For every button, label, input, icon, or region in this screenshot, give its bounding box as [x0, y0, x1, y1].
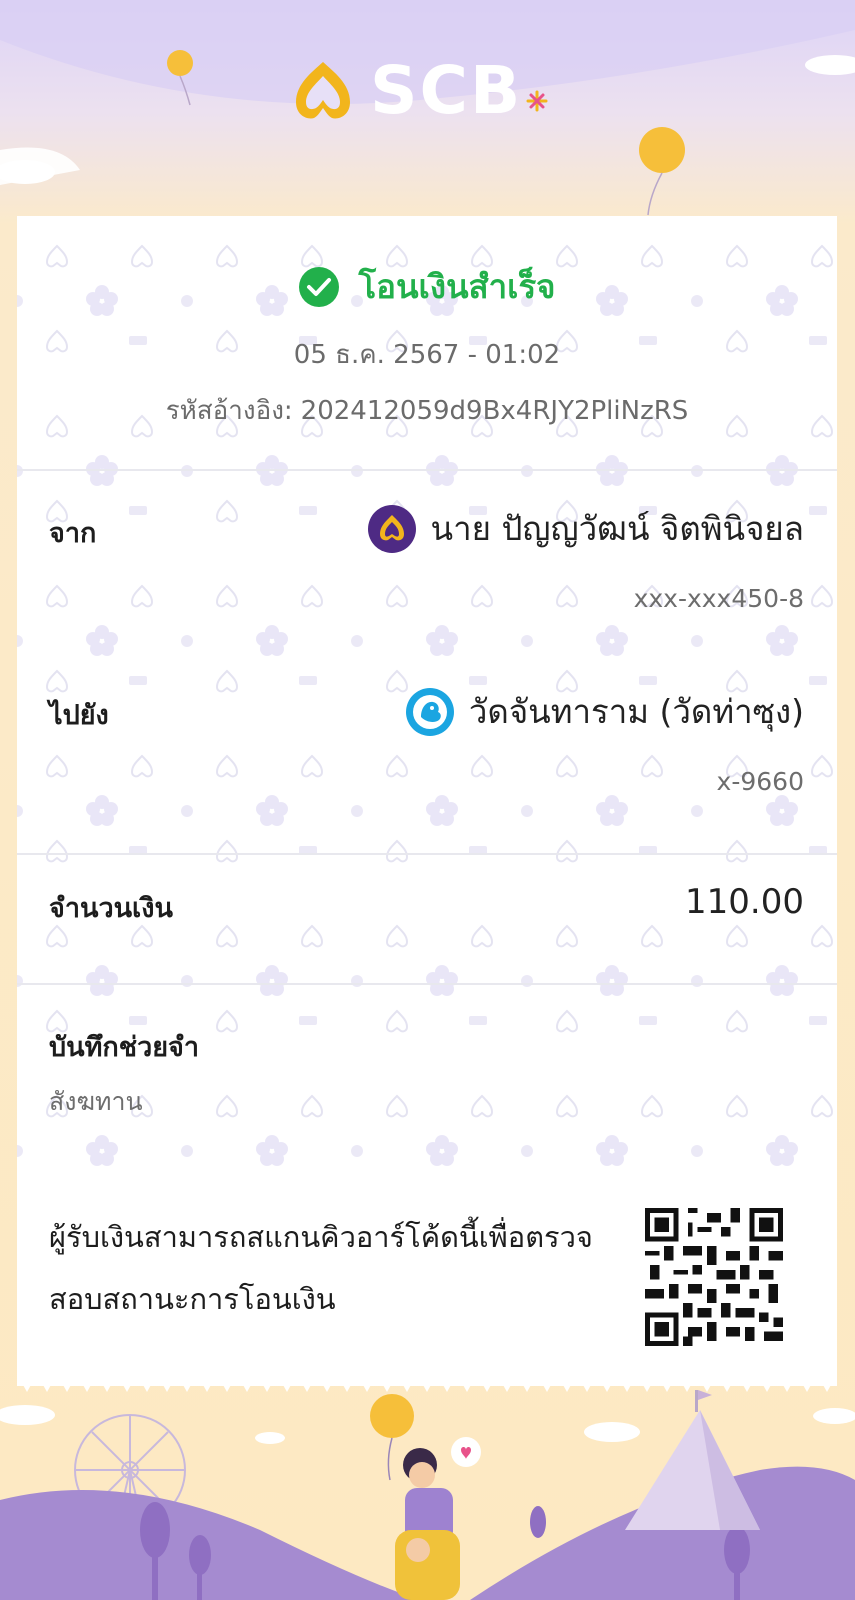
- reference-value: 202412059d9Bx4RJY2PliNzRS: [300, 396, 689, 426]
- balloon-icon: [370, 1394, 414, 1438]
- from-name: นาย ปัญญวัฒน์ จิตพินิจยล: [430, 509, 804, 548]
- from-party: นาย ปัญญวัฒน์ จิตพินิจยล: [367, 502, 804, 555]
- memo-value: สังฆทาน: [49, 1087, 143, 1116]
- heart-bubble-icon: [451, 1437, 481, 1467]
- from-label: จาก: [49, 518, 97, 549]
- sparkle-icon: [526, 90, 548, 112]
- qr-code-icon[interactable]: [645, 1208, 783, 1346]
- reference-row: รหัสอ้างอิง: 202412059d9Bx4RJY2PliNzRS: [17, 390, 837, 431]
- transaction-datetime: 05 ธ.ค. 2567 - 01:02: [293, 340, 561, 370]
- footer-illustration: [0, 1390, 855, 1600]
- memo-label: บันทึกช่วยจำ: [49, 1032, 200, 1063]
- amount-value: 110.00: [685, 882, 804, 922]
- status-title: โอนเงินสำเร็จ: [358, 267, 556, 306]
- divider: [17, 853, 837, 855]
- to-account: x-9660: [716, 767, 804, 796]
- amount-label: จำนวนเงิน: [49, 893, 173, 924]
- divider: [17, 983, 837, 985]
- status-row: โอนเงินสำเร็จ: [17, 260, 837, 313]
- scb-logo: SCB: [290, 58, 548, 124]
- ktb-bank-icon: [405, 687, 454, 736]
- from-account: xxx-xxx450-8: [633, 584, 804, 613]
- to-label: ไปยัง: [49, 700, 109, 731]
- scb-leaf-icon: [296, 62, 350, 119]
- check-circle-icon: [299, 266, 340, 307]
- to-name: วัดจันทาราม (วัดท่าซุง): [468, 692, 804, 731]
- balloon-icon: [639, 127, 685, 173]
- transfer-slip: โอนเงินสำเร็จ 05 ธ.ค. 2567 - 01:02 รหัสอ…: [17, 216, 837, 1386]
- to-party: วัดจันทาราม (วัดท่าซุง): [405, 685, 804, 738]
- scb-bank-icon: [367, 504, 416, 553]
- qr-instruction: ผู้รับเงินสามารถสแกนคิวอาร์โค้ดนี้เพื่อต…: [49, 1220, 593, 1316]
- divider: [17, 469, 837, 471]
- tent-icon: [625, 1390, 760, 1530]
- parent-child-illustration: [395, 1448, 460, 1600]
- balloon-icon: [167, 50, 193, 76]
- reference-label: รหัสอ้างอิง:: [165, 396, 293, 426]
- brand-name: SCB: [370, 52, 523, 129]
